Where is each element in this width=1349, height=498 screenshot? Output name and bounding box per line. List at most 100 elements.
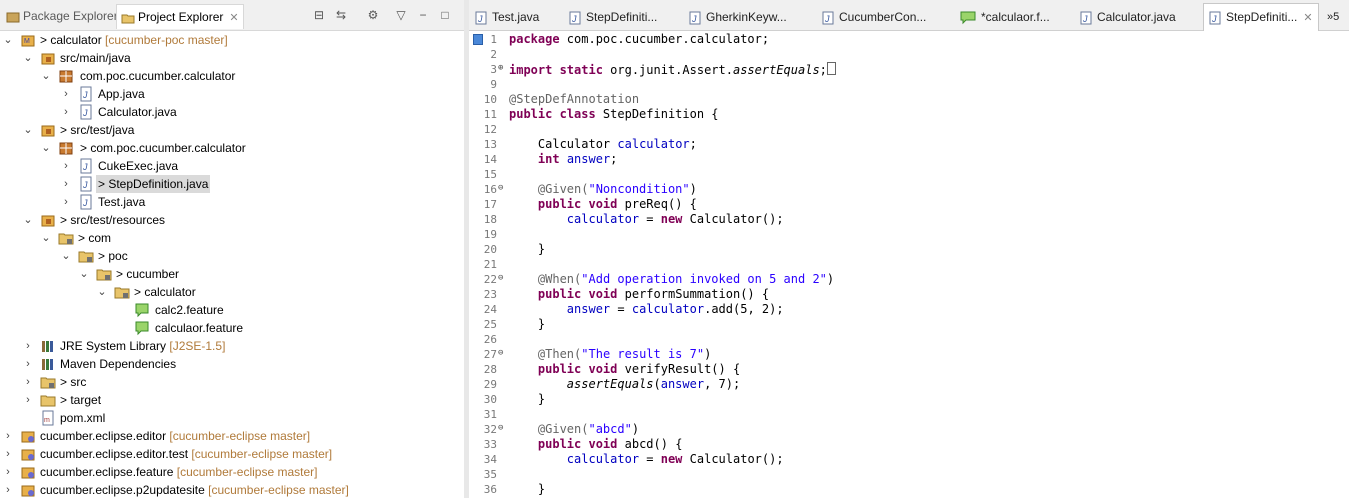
code-text: ; xyxy=(819,63,827,77)
tree-item-cucumber-eclipse-editor[interactable]: › cucumber.eclipse.editor [cucumber-ecli… xyxy=(0,427,464,445)
tree-item-target[interactable]: › > target xyxy=(0,391,464,409)
field: calculator xyxy=(631,302,705,316)
field: calculator xyxy=(617,137,690,151)
tree-item-package-test[interactable]: ⌄ > com.poc.cucumber.calculator xyxy=(0,139,464,157)
chevron-right-icon[interactable]: › xyxy=(22,337,34,355)
editor-tab-gherkinkeyw[interactable]: J GherkinKeyw... xyxy=(689,6,787,28)
editor-tab-stepdefinition-active[interactable]: J StepDefiniti... ✕ xyxy=(1203,3,1319,31)
close-icon[interactable]: ✕ xyxy=(1303,5,1312,32)
java-file-icon: J xyxy=(80,86,92,102)
tree-item-src-test-java[interactable]: ⌄ > src/test/java xyxy=(0,121,464,139)
tree-item-app-java[interactable]: › J App.java xyxy=(0,85,464,103)
chevron-down-icon[interactable]: ⌄ xyxy=(40,229,52,247)
svg-text:m: m xyxy=(44,417,50,424)
link-with-editor-icon[interactable]: ⇆ xyxy=(334,8,348,22)
tree-item-src-main-java[interactable]: ⌄ src/main/java xyxy=(0,49,464,67)
code-line: calculator = new Calculator(); xyxy=(509,212,784,226)
annotation: @When( xyxy=(537,272,582,286)
tree-item-src[interactable]: › > src xyxy=(0,373,464,391)
fold-collapse-icon[interactable]: ⊖ xyxy=(498,183,506,193)
chevron-down-icon[interactable]: ⌄ xyxy=(78,265,90,283)
chevron-down-icon[interactable]: ⌄ xyxy=(40,139,52,157)
tree-item-cucumber-eclipse-editor-test[interactable]: › cucumber.eclipse.editor.test [cucumber… xyxy=(0,445,464,463)
tree-item-calculator-java[interactable]: › J Calculator.java xyxy=(0,103,464,121)
fold-expand-icon[interactable]: ⊕ xyxy=(498,63,506,73)
chevron-right-icon[interactable]: › xyxy=(2,481,14,498)
tab-label: StepDefiniti... xyxy=(1226,10,1298,24)
code-area[interactable]: 1 package com.poc.cucumber.calculator; 2… xyxy=(469,31,1349,498)
svg-text:M: M xyxy=(24,38,30,45)
fold-collapse-icon[interactable]: ⊖ xyxy=(498,273,506,283)
code-line: @Given("Noncondition") xyxy=(509,182,697,196)
chevron-down-icon[interactable]: ⌄ xyxy=(40,67,52,85)
chevron-right-icon[interactable]: › xyxy=(2,427,14,445)
close-icon[interactable]: ✕ xyxy=(229,6,238,30)
annotation: @Given( xyxy=(537,422,589,436)
chevron-down-icon[interactable]: ⌄ xyxy=(22,49,34,67)
tree-item-cukeexec-java[interactable]: › J CukeExec.java xyxy=(0,157,464,175)
tree-item-calculator-folder[interactable]: ⌄ > calculator xyxy=(0,283,464,301)
field: answer xyxy=(559,152,611,166)
tab-project-explorer[interactable]: Project Explorer ✕ xyxy=(116,4,244,29)
tree-item-jre-library[interactable]: › JRE System Library [J2SE-1.5] xyxy=(0,337,464,355)
chevron-right-icon[interactable]: › xyxy=(60,193,72,211)
chevron-down-icon[interactable]: ⌄ xyxy=(22,121,34,139)
jre-decoration: [J2SE-1.5] xyxy=(169,339,226,353)
tree-item-calc2-feature[interactable]: calc2.feature xyxy=(0,301,464,319)
tree-item-calculaor-feature[interactable]: calculaor.feature xyxy=(0,319,464,337)
chevron-right-icon[interactable]: › xyxy=(60,103,72,121)
tab-label: Test.java xyxy=(492,10,540,24)
chevron-right-icon[interactable]: › xyxy=(2,445,14,463)
editor-tab-calculator-java[interactable]: J Calculator.java xyxy=(1080,6,1176,28)
fold-collapse-icon[interactable]: ⊖ xyxy=(498,348,506,358)
chevron-right-icon[interactable]: › xyxy=(2,463,14,481)
maximize-icon[interactable]: □ xyxy=(438,8,452,22)
chevron-right-icon[interactable]: › xyxy=(22,355,34,373)
tree-item-package-main[interactable]: ⌄ com.poc.cucumber.calculator xyxy=(0,67,464,85)
chevron-right-icon[interactable]: › xyxy=(60,157,72,175)
tree-item-cucumber-eclipse-feature[interactable]: › cucumber.eclipse.feature [cucumber-ecl… xyxy=(0,463,464,481)
line-number: 14 xyxy=(483,153,497,166)
fold-collapse-icon[interactable]: ⊖ xyxy=(498,423,506,433)
project-explorer-panel: Package Explorer Project Explorer ✕ ⊟ ⇆ ⚙… xyxy=(0,0,464,498)
editor-tab-test-java[interactable]: J Test.java xyxy=(475,6,539,28)
string-literal: "Add operation invoked on 5 and 2" xyxy=(581,272,827,286)
tree-label: cucumber.eclipse.editor.test xyxy=(40,447,189,461)
tab-package-explorer[interactable]: Package Explorer xyxy=(2,6,122,26)
code-text: Calculator(); xyxy=(682,452,784,466)
tree-label: > src/test/resources xyxy=(60,213,166,227)
tree-item-cucumber-eclipse-p2updatesite[interactable]: › cucumber.eclipse.p2updatesite [cucumbe… xyxy=(0,481,464,498)
tree-item-pom-xml[interactable]: m pom.xml xyxy=(0,409,464,427)
collapsed-block-icon[interactable] xyxy=(826,62,836,75)
chevron-right-icon[interactable]: › xyxy=(60,175,72,193)
source-folder-icon xyxy=(41,125,55,137)
chevron-right-icon[interactable]: › xyxy=(60,85,72,103)
git-decoration: [cucumber-eclipse master] xyxy=(169,429,311,443)
tree-item-calculator[interactable]: ⌄ M > calculator [cucumber-poc master] xyxy=(0,31,464,49)
tree-item-poc[interactable]: ⌄ > poc xyxy=(0,247,464,265)
line-number: 35 xyxy=(483,468,497,481)
editor-tab-stepdefinition-1[interactable]: J StepDefiniti... xyxy=(569,6,657,28)
filter-icon[interactable]: ⚙ xyxy=(366,8,380,22)
chevron-down-icon[interactable]: ⌄ xyxy=(60,247,72,265)
editor-tab-cucumbercon[interactable]: J CucumberCon... xyxy=(822,6,926,28)
chevron-down-icon[interactable]: ⌄ xyxy=(96,283,108,301)
code-text: ) xyxy=(689,182,697,196)
tree-item-src-test-resources[interactable]: ⌄ > src/test/resources xyxy=(0,211,464,229)
tree-item-stepdefinition-java[interactable]: › J > StepDefinition.java xyxy=(0,175,464,193)
chevron-right-icon[interactable]: › xyxy=(22,391,34,409)
tree-item-test-java[interactable]: › J Test.java xyxy=(0,193,464,211)
tree-item-com[interactable]: ⌄ > com xyxy=(0,229,464,247)
chevron-down-icon[interactable]: ⌄ xyxy=(2,31,14,49)
line-number: 15 xyxy=(483,168,497,181)
view-menu-icon[interactable]: ▽ xyxy=(394,8,408,22)
collapse-all-icon[interactable]: ⊟ xyxy=(312,8,326,22)
editor-tab-calculaor-feature[interactable]: *calculaor.f... xyxy=(960,6,1050,28)
minimize-icon[interactable]: − xyxy=(416,8,430,22)
tab-overflow-button[interactable]: »5 xyxy=(1327,6,1339,28)
tree-item-cucumber[interactable]: ⌄ > cucumber xyxy=(0,265,464,283)
tree-item-maven-dependencies[interactable]: › Maven Dependencies xyxy=(0,355,464,373)
string-literal: "abcd" xyxy=(588,422,632,436)
chevron-right-icon[interactable]: › xyxy=(22,373,34,391)
chevron-down-icon[interactable]: ⌄ xyxy=(22,211,34,229)
